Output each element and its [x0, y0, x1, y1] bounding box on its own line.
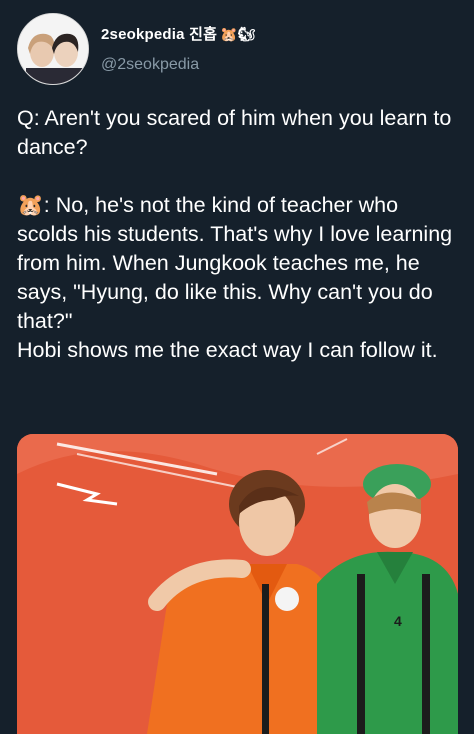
tweet-text: Q: Aren't you scared of him when you lea… [17, 106, 453, 362]
shirt-badge: 4 [394, 613, 402, 629]
display-name-emoji: 🐹🐿 [220, 26, 256, 42]
tweet-header: 2seokpedia 진홉 🐹🐿 @2seokpedia [17, 13, 457, 85]
author-handle[interactable]: @2seokpedia [101, 56, 199, 74]
photo-illustration: 4 [17, 434, 458, 734]
display-name-text: 2seokpedia 진홉 [101, 26, 218, 43]
avatar-image [18, 14, 88, 84]
tweet-media-image[interactable]: 4 [17, 434, 458, 734]
avatar[interactable] [17, 13, 89, 85]
author-display-name[interactable]: 2seokpedia 진홉 🐹🐿 [101, 23, 256, 44]
